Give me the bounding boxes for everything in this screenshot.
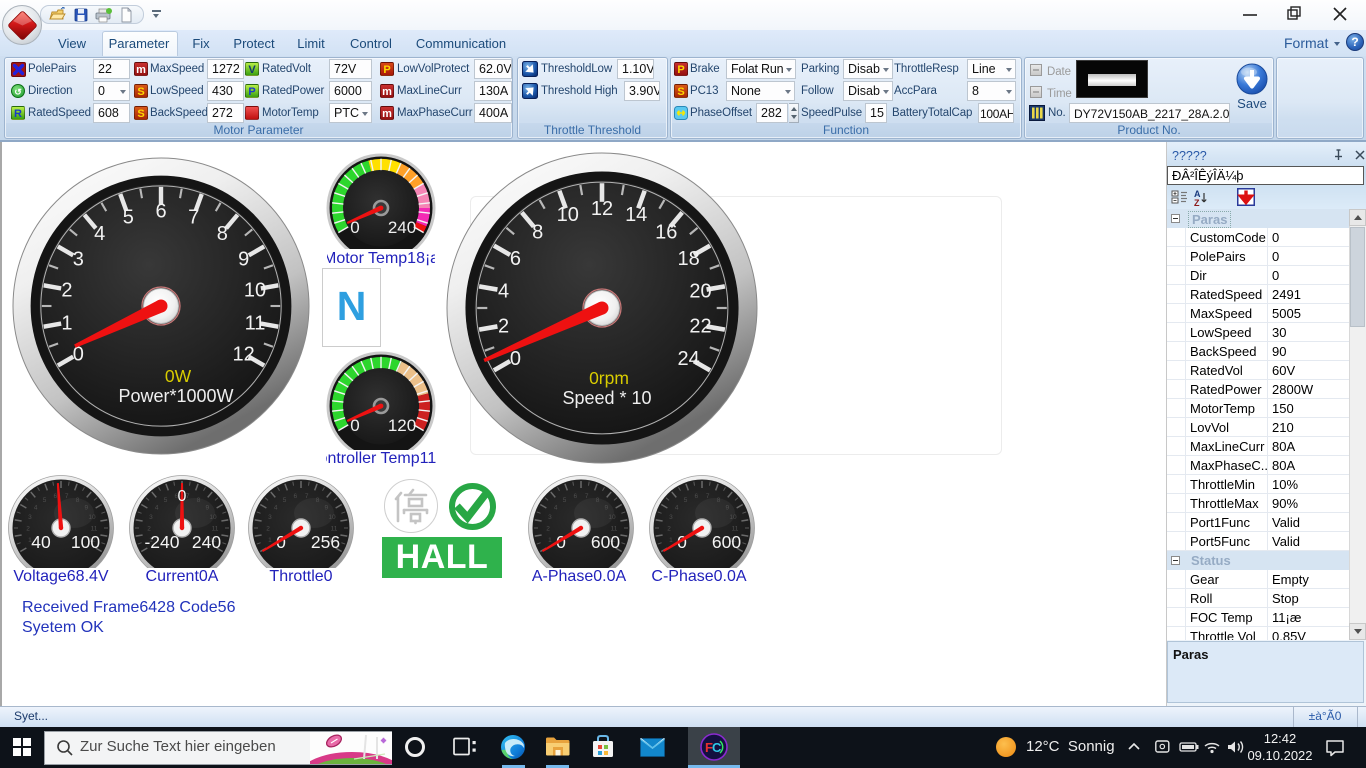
- svg-text:600: 600: [712, 532, 741, 552]
- svg-text:6: 6: [510, 248, 521, 270]
- svg-text:9: 9: [604, 504, 608, 511]
- svg-text:8: 8: [197, 497, 201, 504]
- svg-text:9: 9: [725, 504, 729, 511]
- svg-text:4: 4: [274, 504, 278, 511]
- svg-text:8: 8: [596, 497, 600, 504]
- svg-text:10: 10: [328, 514, 336, 521]
- svg-text:1: 1: [548, 537, 552, 544]
- svg-text:4: 4: [554, 504, 558, 511]
- svg-text:0W: 0W: [165, 366, 192, 386]
- svg-text:4: 4: [94, 223, 105, 245]
- svg-text:3: 3: [73, 248, 84, 270]
- svg-text:0: 0: [73, 344, 84, 366]
- svg-text:10: 10: [209, 514, 217, 521]
- svg-text:5: 5: [283, 497, 287, 504]
- svg-text:4: 4: [155, 504, 159, 511]
- svg-text:5: 5: [563, 497, 567, 504]
- svg-text:20: 20: [689, 281, 711, 303]
- svg-text:9: 9: [238, 248, 249, 270]
- svg-text:256: 256: [311, 532, 340, 552]
- svg-text:7: 7: [305, 493, 309, 500]
- svg-text:6: 6: [155, 201, 166, 223]
- svg-text:240: 240: [388, 218, 416, 237]
- svg-text:5: 5: [684, 497, 688, 504]
- svg-text:40: 40: [31, 532, 51, 552]
- svg-text:0rpm: 0rpm: [589, 368, 629, 388]
- svg-text:2: 2: [266, 526, 270, 533]
- svg-text:9: 9: [324, 504, 328, 511]
- svg-text:9: 9: [84, 504, 88, 511]
- svg-text:5: 5: [43, 497, 47, 504]
- svg-text:3: 3: [28, 514, 32, 521]
- svg-text:8: 8: [316, 497, 320, 504]
- svg-text:100: 100: [71, 532, 100, 552]
- svg-text:6: 6: [573, 493, 577, 500]
- svg-text:2: 2: [667, 526, 671, 533]
- svg-text:3: 3: [149, 514, 153, 521]
- svg-text:8: 8: [76, 497, 80, 504]
- svg-text:1: 1: [61, 313, 72, 335]
- svg-text:7: 7: [188, 206, 199, 228]
- svg-text:Speed * 10: Speed * 10: [562, 388, 651, 408]
- svg-text:3: 3: [548, 514, 552, 521]
- svg-text:2: 2: [61, 279, 72, 301]
- svg-text:600: 600: [591, 532, 620, 552]
- svg-text:0: 0: [178, 488, 187, 505]
- svg-text:6: 6: [53, 493, 57, 500]
- svg-text:12: 12: [591, 198, 613, 220]
- svg-text:8: 8: [532, 221, 543, 243]
- svg-text:7: 7: [585, 493, 589, 500]
- svg-text:11: 11: [245, 313, 266, 335]
- svg-text:9: 9: [205, 504, 209, 511]
- svg-text:240: 240: [192, 532, 221, 552]
- svg-text:3: 3: [268, 514, 272, 521]
- svg-text:10: 10: [244, 279, 266, 301]
- svg-text:5: 5: [123, 206, 134, 228]
- svg-text:7: 7: [186, 493, 190, 500]
- svg-text:24: 24: [677, 348, 699, 370]
- svg-text:5: 5: [164, 497, 168, 504]
- svg-text:4: 4: [675, 504, 679, 511]
- svg-text:14: 14: [625, 204, 647, 226]
- svg-text:-240: -240: [144, 532, 179, 552]
- svg-text:2: 2: [26, 526, 30, 533]
- svg-text:10: 10: [729, 514, 737, 521]
- svg-text:10: 10: [88, 514, 96, 521]
- svg-text:6: 6: [293, 493, 297, 500]
- svg-text:1: 1: [268, 537, 272, 544]
- svg-text:Z: Z: [1194, 198, 1200, 207]
- svg-text:4: 4: [498, 281, 509, 303]
- svg-text:18: 18: [677, 248, 699, 270]
- svg-text:2: 2: [498, 315, 509, 337]
- svg-text:12: 12: [233, 344, 255, 366]
- svg-text:10: 10: [608, 514, 616, 521]
- svg-text:8: 8: [217, 223, 228, 245]
- svg-text:8: 8: [717, 497, 721, 504]
- svg-text:3: 3: [669, 514, 673, 521]
- svg-text:6: 6: [694, 493, 698, 500]
- svg-text:1: 1: [669, 537, 673, 544]
- svg-text:120: 120: [388, 416, 416, 435]
- svg-text:7: 7: [65, 493, 69, 500]
- svg-text:22: 22: [689, 315, 711, 337]
- svg-text:2: 2: [546, 526, 550, 533]
- svg-text:7: 7: [706, 493, 710, 500]
- svg-text:10: 10: [557, 204, 579, 226]
- svg-text:16: 16: [655, 221, 677, 243]
- svg-text:4: 4: [34, 504, 38, 511]
- svg-text:Power*1000W: Power*1000W: [118, 386, 233, 406]
